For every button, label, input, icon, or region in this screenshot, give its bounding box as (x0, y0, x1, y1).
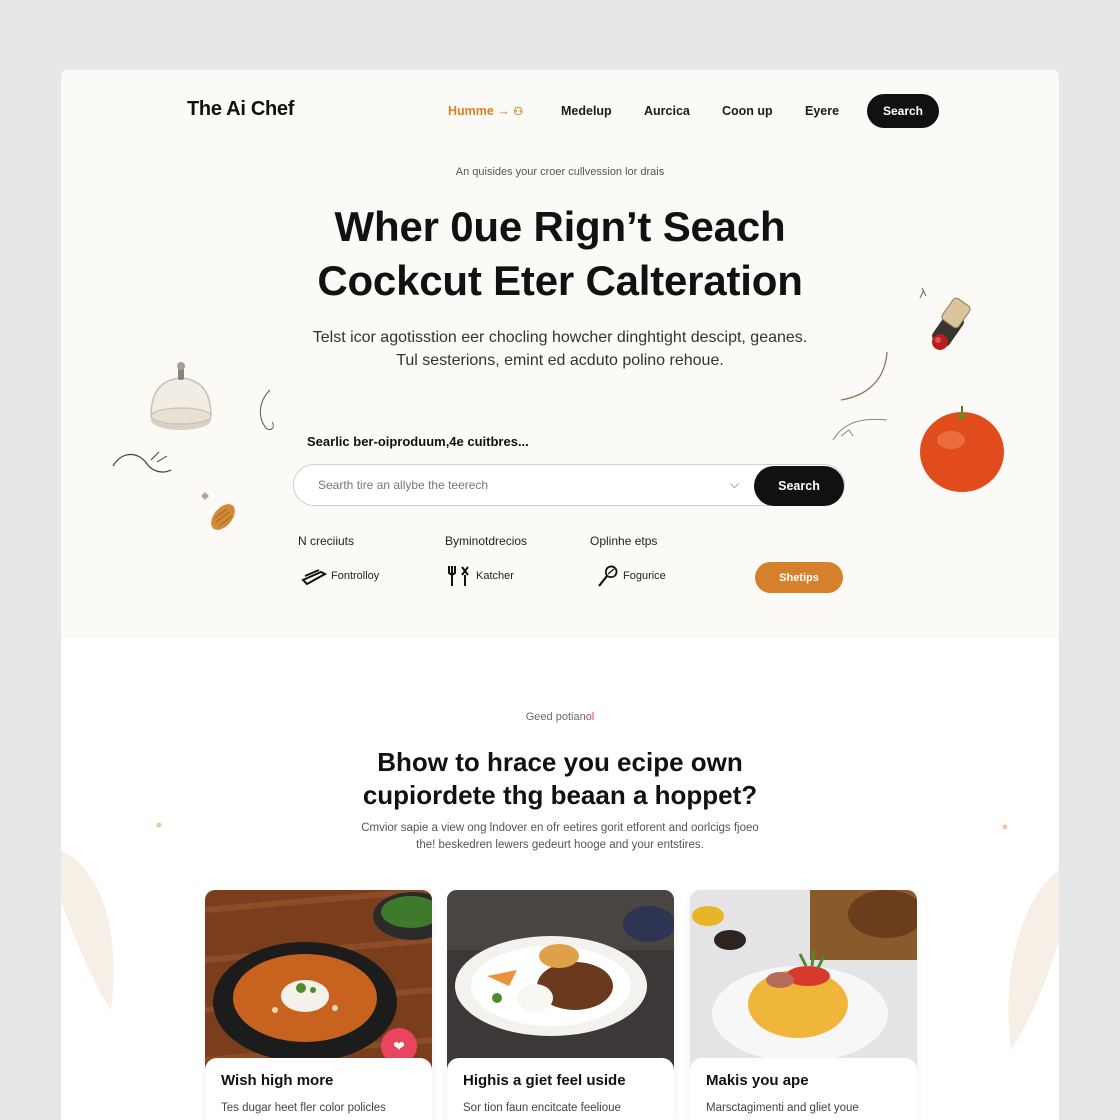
bread-illustration (211, 504, 235, 530)
utensils-icon (448, 566, 469, 586)
recipe-card-desc: Tes dugar heet fler color policles (221, 1102, 386, 1114)
subhead-line-2: Tul sesterions, emint ed acduto polino r… (396, 352, 724, 369)
filter-option-label: Fogurice (623, 570, 666, 582)
section-title-line-2: cupiordete thg beaan a hoppet? (362, 780, 758, 810)
nav-search-button[interactable]: Search (867, 94, 939, 128)
recipe-card[interactable]: Highis a giet feel uside Sor tion faun e… (447, 890, 674, 1120)
brand-logo[interactable]: The Ai Chef (187, 98, 294, 121)
filter-header-options: Oplinhe etps (590, 534, 658, 548)
recipe-card-body: Wish high more Tes dugar heet fler color… (205, 1058, 432, 1120)
section-desc-line-1: Cmvior sapie a view ong lndover en ofr e… (361, 822, 759, 834)
recipe-card[interactable]: ❤ Wish high more Tes dugar heet fler col… (205, 890, 432, 1120)
search-input[interactable] (318, 465, 698, 505)
nav-item-coon-up[interactable]: Coon up (722, 104, 773, 118)
stem-illustration (832, 418, 888, 441)
recipe-card-body: Highis a giet feel uside Sor tion faun e… (447, 1058, 674, 1120)
recipe-card[interactable]: Makis you ape Marsctagimenti and gliet y… (690, 890, 917, 1120)
filter-option-fontrolloy[interactable]: Fontrolloy (301, 564, 379, 588)
search-label: Searlic ber-oiproduum,4e cuitbres... (307, 434, 529, 449)
squiggle-illustration (260, 389, 274, 431)
filter-option-fogurice[interactable]: Fogurice (593, 564, 666, 588)
omelette-photo (690, 890, 917, 1070)
nav-item-eyere[interactable]: Eyere (805, 104, 839, 118)
filter-header-ingredients: N creciiuts (298, 534, 355, 548)
search-bar: ⌵ Search (293, 464, 845, 506)
heart-icon: ❤ (393, 1037, 405, 1054)
section-label: Geed potianol (525, 711, 595, 723)
page: The Ai Chef Humme → ⚇ Medelup Aurcica Co… (61, 70, 1059, 1120)
nav-item-aurcica[interactable]: Aurcica (644, 104, 690, 118)
search-button[interactable]: Search (754, 466, 844, 506)
tomato-illustration (920, 406, 1004, 492)
recipe-card-title: Makis you ape (706, 1072, 809, 1089)
home-badge-icon: ⚇ (513, 106, 524, 118)
filter-option-label: Katcher (476, 570, 514, 582)
filter-option-label: Fontrolloy (331, 570, 380, 582)
nav-item-medelup[interactable]: Medelup (561, 104, 612, 118)
herb-sprig-illustration (112, 451, 172, 473)
nav-item-home[interactable]: Humme → ⚇ (448, 104, 523, 118)
plated-meal-photo (447, 890, 674, 1070)
headline-line-1: Wher 0ue Rign’t Seach (334, 203, 786, 250)
recipe-card-body: Makis you ape Marsctagimenti and gliet y… (690, 1058, 917, 1120)
recipe-card-title: Wish high more (221, 1072, 334, 1089)
hero-headline: Wher 0ue Rign’t Seach Cockcut Eter Calte… (61, 200, 1059, 308)
filter-option-katcher[interactable]: Katcher (446, 564, 514, 588)
hero-tagline: An quisides your croer cullvession lor d… (455, 166, 665, 178)
shop-tips-button[interactable]: Shetips (755, 562, 843, 593)
recipe-card-desc: Marsctagimenti and gliet youe (706, 1102, 859, 1114)
feather-right-illustration (1008, 870, 1059, 1050)
section-desc-line-2: the! beskedren lewers gedeurt hooge and … (416, 839, 704, 851)
recipe-card-desc: Sor tion faun encitcate feelioue (463, 1102, 621, 1114)
whisk-icon (598, 565, 618, 587)
section-title: Bhow to hrace you ecipe own cupiordete t… (61, 746, 1059, 812)
recipe-card-title: Highis a giet feel uside (463, 1072, 626, 1089)
knife-icon (301, 569, 328, 586)
hero-section: The Ai Chef Humme → ⚇ Medelup Aurcica Co… (61, 70, 1059, 638)
headline-line-2: Cockcut Eter Calteration (317, 257, 803, 304)
section-description: Cmvior sapie a view ong lndover en ofr e… (61, 820, 1059, 854)
filter-header-preferences: Byminotdrecios (445, 534, 528, 548)
hero-subheading: Telst icor agotisstion eer chocling howc… (61, 326, 1059, 372)
chevron-down-icon[interactable]: ⌵ (730, 477, 739, 492)
section-title-line-1: Bhow to hrace you ecipe own (377, 747, 743, 777)
subhead-line-1: Telst icor agotisstion eer chocling howc… (312, 329, 808, 346)
